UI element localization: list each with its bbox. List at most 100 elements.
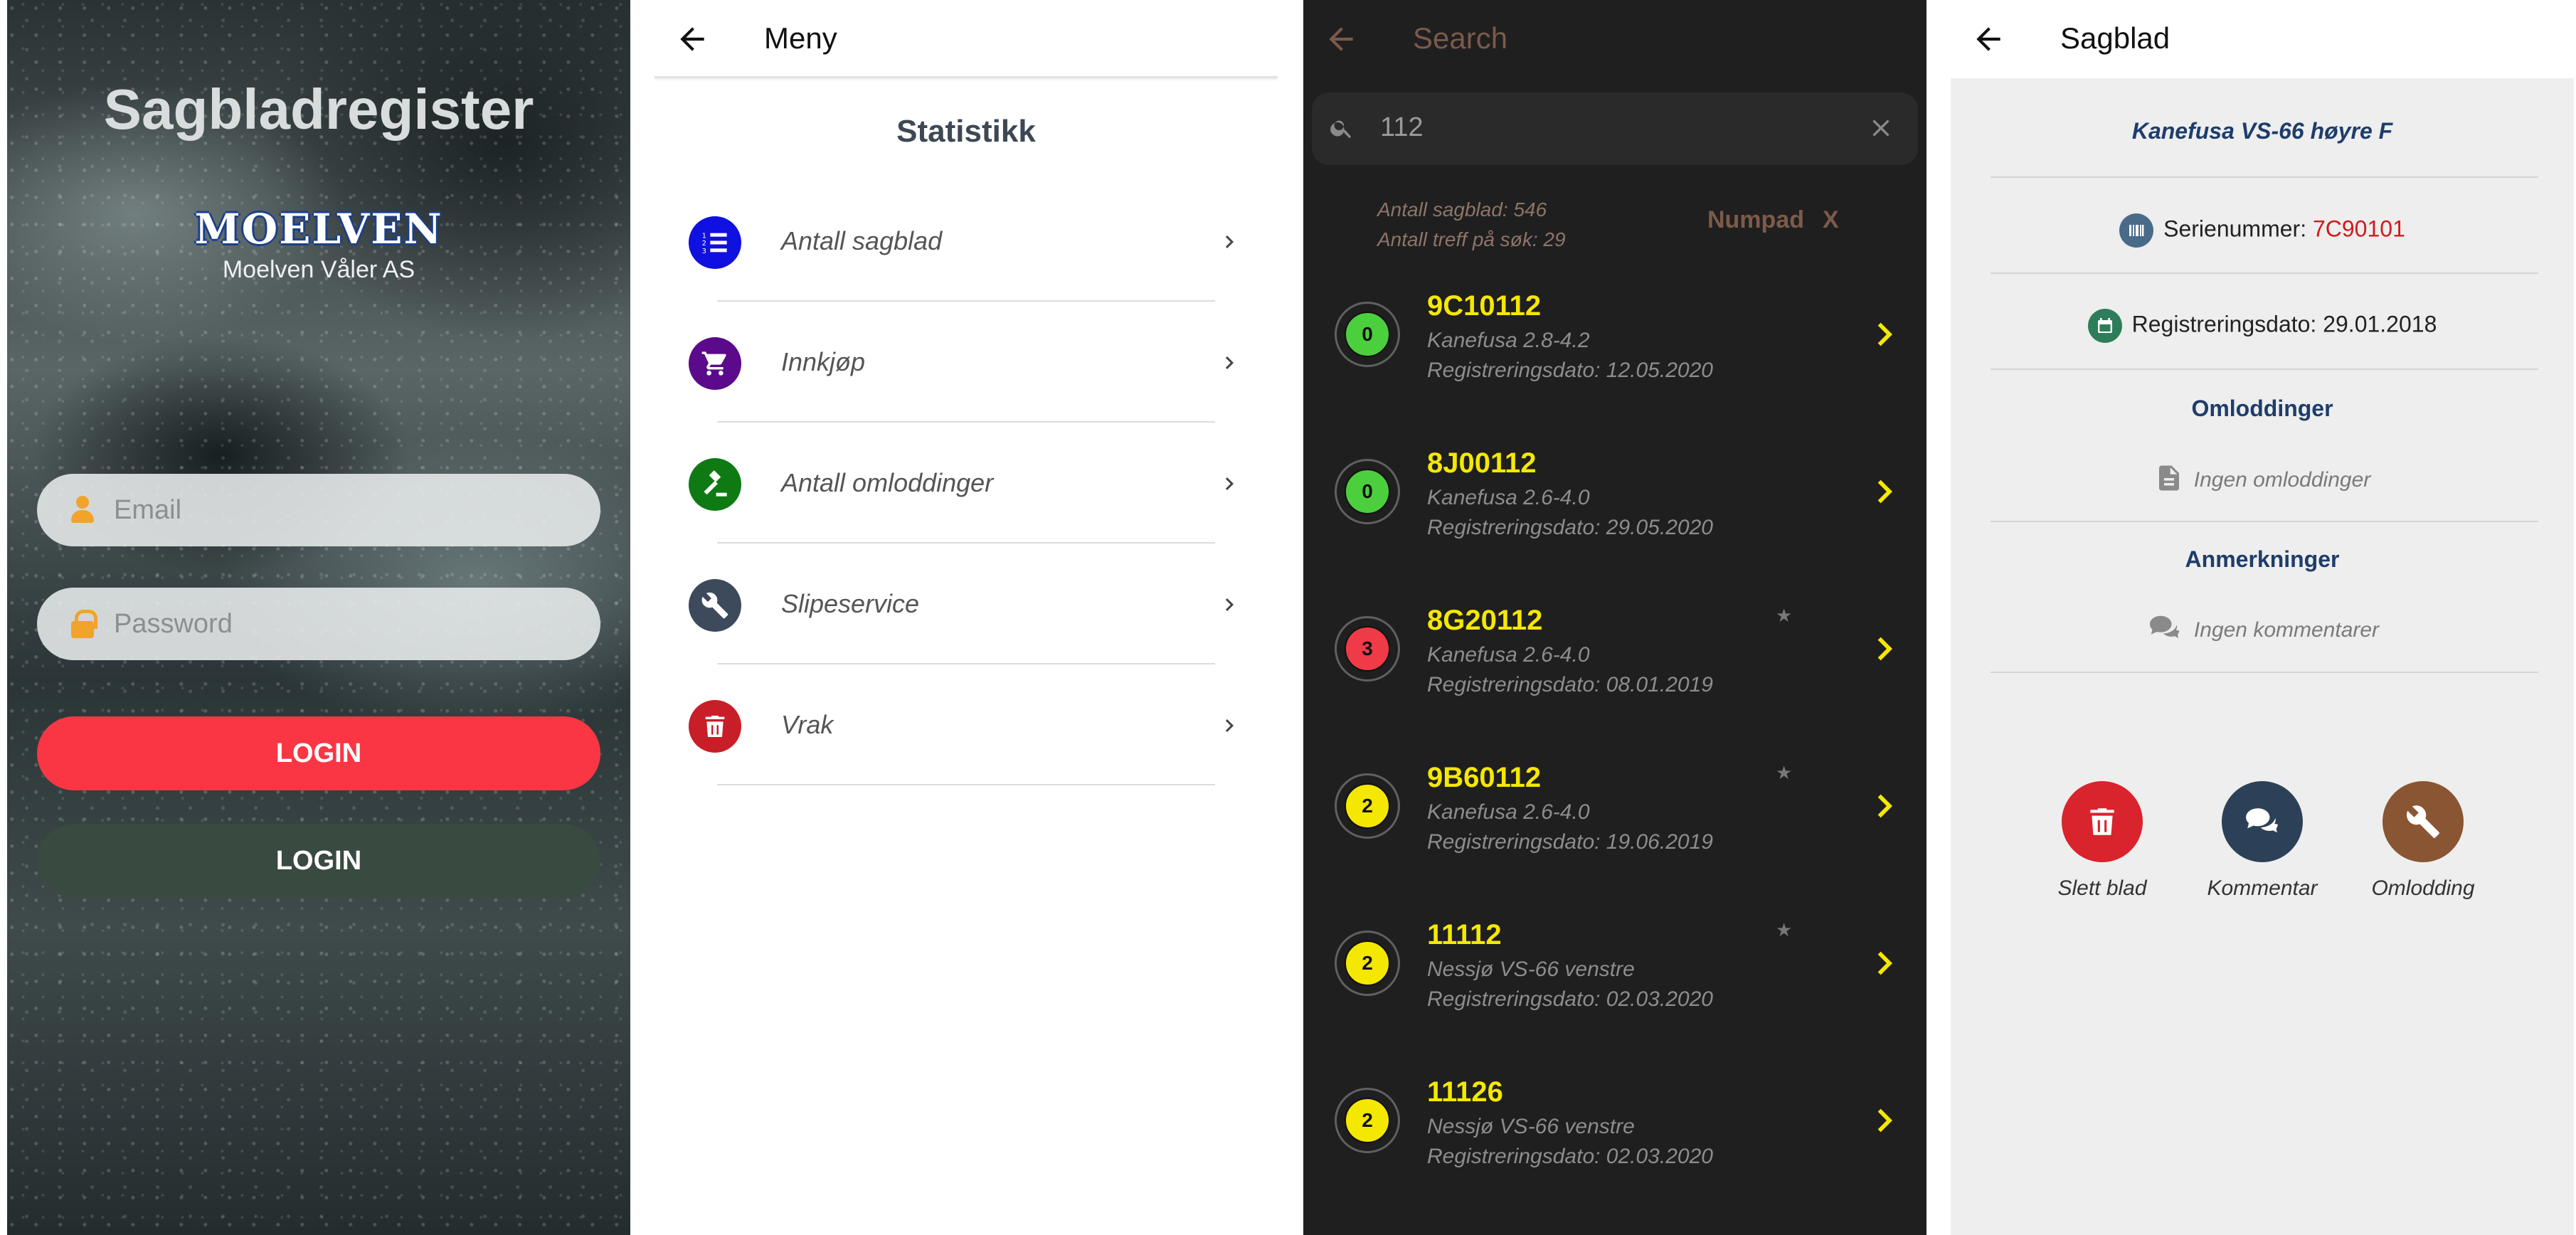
chevron-right-icon — [1870, 789, 1898, 823]
stats-total: Antall sagblad: 546 — [1377, 198, 1547, 221]
blade-regdate: Registreringsdato: 02.03.2020 — [1427, 1145, 1713, 1168]
comment-button[interactable]: Kommentar — [2191, 781, 2333, 901]
badge-count: 3 — [1345, 626, 1390, 672]
wrench-icon — [689, 579, 741, 632]
chevron-right-icon — [1870, 317, 1898, 351]
page-title: Meny — [764, 21, 837, 55]
blade-id: 9C10112 — [1427, 290, 1542, 322]
result-row[interactable]: 2 9B60112 Kanefusa 2.6-4.0 Registreringsdat… — [1303, 733, 1926, 891]
result-row[interactable]: 3 8G20112 Kanefusa 2.6-4.0 Registreringsdat… — [1303, 576, 1926, 733]
delete-blade-button[interactable]: Slett blad — [2031, 781, 2173, 901]
page-title: Search — [1413, 21, 1508, 55]
blade-model: Nessjø VS-66 venstre — [1427, 1115, 1635, 1138]
app-title: Sagbladregister — [103, 78, 534, 141]
back-arrow-icon[interactable] — [1971, 21, 2006, 57]
regdate-row: Registreringsdato: 29.01.2018 — [1951, 309, 2574, 343]
blade-regdate: Registreringsdato: 12.05.2020 — [1427, 359, 1713, 382]
login-button[interactable]: LOGIN — [37, 716, 600, 790]
blade-id: 11126 — [1427, 1076, 1503, 1108]
serial-label: Serienummer: — [2163, 216, 2313, 242]
badge-count: 2 — [1345, 1098, 1390, 1143]
action-label: Slett blad — [2057, 876, 2147, 900]
cart-icon — [689, 337, 741, 390]
result-row[interactable]: 2 11112 Nessjø VS-66 venstre Registreringsd… — [1303, 891, 1926, 1048]
serial-row: Serienummer: 7C90101 — [1951, 213, 2574, 248]
trash-icon — [2062, 781, 2143, 862]
divider — [1991, 521, 2538, 522]
chevron-right-icon — [1870, 632, 1898, 666]
badge-count: 2 — [1345, 940, 1390, 986]
search-query: 112 — [1380, 112, 1424, 142]
menu-item-antall-sagblad[interactable]: 123 Antall sagblad — [654, 181, 1278, 302]
star-icon: ★ — [1776, 762, 1793, 783]
calendar-icon — [2087, 309, 2122, 343]
anmerkninger-empty-text: Ingen kommentarer — [2193, 618, 2380, 642]
blade-regdate: Registreringsdato: 08.01.2019 — [1427, 673, 1713, 696]
serial-value: 7C90101 — [2312, 216, 2405, 242]
close-button[interactable]: X — [1823, 206, 1839, 234]
person-icon — [70, 496, 95, 524]
email-field[interactable] — [37, 474, 600, 546]
back-arrow-icon[interactable] — [674, 21, 710, 57]
blade-regdate: Registreringsdato: 19.06.2019 — [1427, 830, 1713, 854]
list-numbered-icon: 123 — [689, 216, 741, 269]
menu-item-vrak[interactable]: Vrak — [654, 664, 1278, 785]
star-icon: ★ — [1776, 605, 1793, 626]
menu-item-label: Slipeservice — [781, 589, 920, 618]
blade-id: 11112 — [1427, 919, 1502, 950]
login-screen: Sagbladregister MOELVEN Moelven Våler AS… — [7, 0, 630, 1235]
chevron-right-icon — [1870, 475, 1898, 509]
barcode-icon — [2119, 213, 2154, 248]
document-icon — [2154, 461, 2184, 501]
company-name: Moelven Våler AS — [222, 256, 415, 283]
result-row[interactable]: 0 9C10112 Kanefusa 2.8-4.2 Registreringsdat… — [1303, 262, 1926, 419]
menu-screen: Meny Statistikk 123 Antall sagblad Innkj… — [654, 0, 1278, 1235]
result-row[interactable]: 2 11126 Nessjø VS-66 venstre Registreringsd… — [1303, 1048, 1926, 1205]
result-row[interactable]: 0 8J00112 Kanefusa 2.6-4.0 Registreringsdat… — [1303, 419, 1926, 576]
omloddinger-empty: Ingen omloddinger — [1951, 461, 2574, 501]
anmerkninger-title: Anmerkninger — [2185, 546, 2340, 572]
blade-model: Kanefusa 2.6-4.0 — [1427, 643, 1590, 667]
blade-id: 8G20112 — [1427, 605, 1543, 636]
action-label: Omlodding — [2371, 876, 2475, 900]
menu-item-label: Vrak — [781, 710, 834, 739]
omloddinger-title: Omloddinger — [2191, 396, 2333, 421]
wrench-icon — [2382, 781, 2464, 862]
password-input[interactable] — [114, 608, 569, 640]
menu-item-label: Antall omloddinger — [781, 468, 994, 497]
gavel-icon — [689, 458, 741, 511]
numpad-button[interactable]: Numpad — [1707, 206, 1804, 234]
divider — [1991, 369, 2538, 370]
search-header: Search — [1303, 0, 1926, 78]
svg-text:2: 2 — [702, 240, 706, 248]
omlodding-button[interactable]: Omlodding — [2352, 781, 2494, 901]
chevron-right-icon — [1217, 711, 1242, 740]
search-input[interactable]: 112 — [1312, 92, 1918, 165]
chevron-right-icon — [1217, 590, 1242, 619]
menu-item-innkjop[interactable]: Innkjøp — [654, 302, 1278, 423]
email-input[interactable] — [114, 494, 569, 526]
omlodding-count-badge: 3 — [1335, 616, 1400, 682]
menu-header: Meny — [654, 0, 1278, 78]
menu-item-slipeservice[interactable]: Slipeservice — [654, 544, 1278, 664]
menu-item-label: Innkjøp — [781, 347, 866, 376]
omlodding-count-badge: 0 — [1335, 459, 1400, 524]
login-alt-button[interactable]: LOGIN — [37, 824, 600, 898]
blade-model: Kanefusa 2.6-4.0 — [1427, 800, 1590, 824]
omlodding-count-badge: 0 — [1335, 302, 1400, 367]
regdate-text: Registreringsdato: 29.01.2018 — [2131, 311, 2437, 337]
chevron-right-icon — [1217, 470, 1242, 498]
action-label: Kommentar — [2207, 876, 2318, 900]
chevron-right-icon — [1217, 349, 1242, 377]
blade-regdate: Registreringsdato: 29.05.2020 — [1427, 516, 1713, 539]
badge-count: 0 — [1345, 312, 1390, 357]
clear-icon[interactable] — [1867, 114, 1895, 142]
back-arrow-icon[interactable] — [1323, 21, 1359, 57]
search-icon — [1329, 115, 1355, 141]
menu-item-label: Antall sagblad — [781, 226, 943, 255]
blade-name: Kanefusa VS-66 høyre F — [2131, 118, 2393, 144]
password-field[interactable] — [37, 588, 600, 660]
divider — [717, 784, 1215, 785]
blade-id: 9B60112 — [1427, 762, 1542, 793]
menu-item-antall-omloddinger[interactable]: Antall omloddinger — [654, 423, 1278, 544]
